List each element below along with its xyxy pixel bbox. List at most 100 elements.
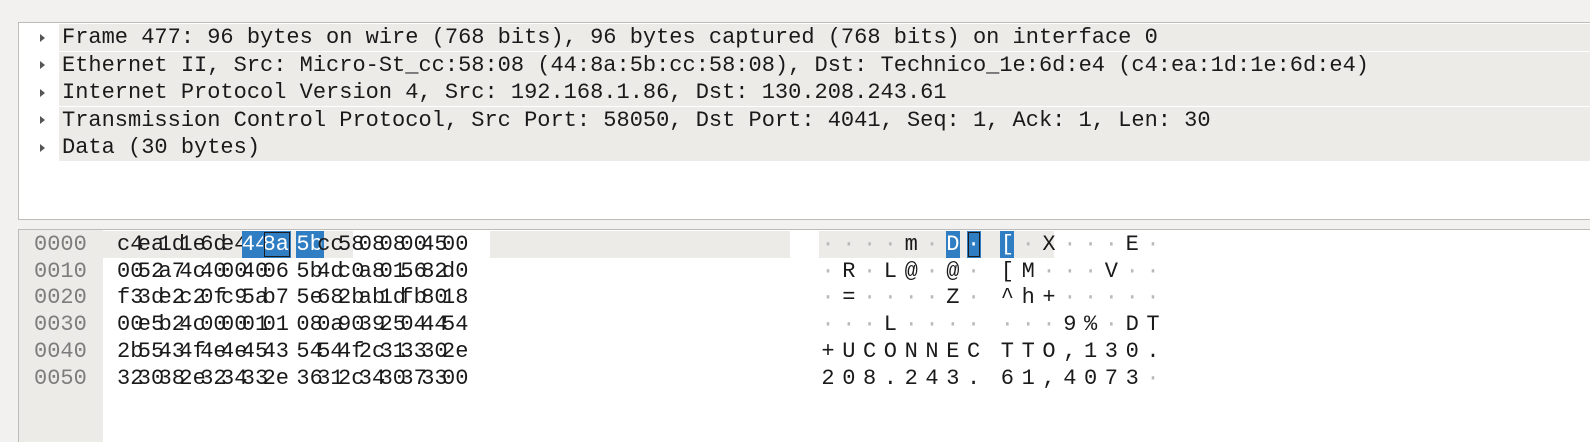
triangle-right-icon[interactable] bbox=[35, 79, 51, 106]
tree-item[interactable]: Internet Protocol Version 4, Src: 192.16… bbox=[40, 79, 1590, 107]
ascii-char[interactable]: · bbox=[925, 311, 939, 338]
ascii-char[interactable]: · bbox=[1084, 231, 1098, 258]
ascii-char[interactable]: · bbox=[1125, 284, 1139, 311]
ascii-char[interactable]: C bbox=[863, 338, 877, 365]
ascii-char[interactable]: · bbox=[966, 231, 981, 258]
ascii-char[interactable]: · bbox=[925, 284, 939, 311]
ascii-char[interactable]: · bbox=[863, 311, 877, 338]
ascii-char[interactable]: · bbox=[925, 258, 939, 285]
ascii-char[interactable]: 9 bbox=[1063, 311, 1077, 338]
ascii-char[interactable]: · bbox=[1146, 284, 1160, 311]
hex-byte[interactable]: 00 bbox=[442, 231, 470, 258]
ascii-char[interactable]: · bbox=[1000, 311, 1014, 338]
ascii-char[interactable]: · bbox=[863, 231, 877, 258]
ascii-char[interactable]: · bbox=[821, 231, 835, 258]
ascii-char[interactable]: [ bbox=[1000, 258, 1014, 285]
hex-byte[interactable]: d0 bbox=[442, 258, 470, 285]
ascii-char[interactable]: 3 bbox=[946, 365, 960, 392]
ascii-char[interactable]: T bbox=[1146, 311, 1160, 338]
ascii-char[interactable]: · bbox=[1104, 311, 1118, 338]
ascii-char[interactable]: 0 bbox=[1084, 365, 1098, 392]
ascii-char[interactable]: E bbox=[946, 338, 960, 365]
ascii-char[interactable]: 8 bbox=[863, 365, 877, 392]
ascii-char[interactable]: L bbox=[883, 311, 897, 338]
hex-byte[interactable]: 8a bbox=[262, 231, 291, 258]
ascii-char[interactable]: L bbox=[883, 258, 897, 285]
tree-item[interactable]: Transmission Control Protocol, Src Port:… bbox=[40, 106, 1590, 134]
triangle-right-icon[interactable] bbox=[35, 52, 51, 79]
ascii-char[interactable]: 4 bbox=[1063, 365, 1077, 392]
tree-item[interactable]: Data (30 bytes) bbox=[40, 134, 1590, 162]
hex-byte[interactable]: 54 bbox=[442, 311, 470, 338]
ascii-char[interactable]: O bbox=[883, 338, 897, 365]
ascii-char[interactable]: . bbox=[1146, 338, 1160, 365]
ascii-char[interactable]: · bbox=[1125, 258, 1139, 285]
ascii-char[interactable]: . bbox=[967, 365, 981, 392]
ascii-char[interactable]: · bbox=[1063, 284, 1077, 311]
ascii-char[interactable]: , bbox=[1042, 365, 1056, 392]
tree-item[interactable]: Frame 477: 96 bytes on wire (768 bits), … bbox=[40, 24, 1590, 51]
ascii-char[interactable]: · bbox=[925, 231, 939, 258]
ascii-char[interactable]: 4 bbox=[925, 365, 939, 392]
ascii-char[interactable]: · bbox=[863, 258, 877, 285]
ascii-char[interactable]: [ bbox=[1000, 231, 1015, 258]
ascii-char[interactable]: · bbox=[1063, 231, 1077, 258]
ascii-char[interactable]: · bbox=[1021, 311, 1035, 338]
ascii-char[interactable]: 3 bbox=[1125, 365, 1139, 392]
hex-byte[interactable]: 01 bbox=[263, 311, 291, 338]
ascii-char[interactable]: R bbox=[842, 258, 856, 285]
tree-item[interactable]: Ethernet II, Src: Micro-St_cc:58:08 (44:… bbox=[40, 51, 1590, 79]
ascii-char[interactable]: · bbox=[821, 311, 835, 338]
ascii-char[interactable]: E bbox=[1125, 231, 1139, 258]
ascii-char[interactable]: . bbox=[883, 365, 897, 392]
ascii-char[interactable]: 7 bbox=[1104, 365, 1118, 392]
ascii-char[interactable]: · bbox=[863, 284, 877, 311]
ascii-char[interactable]: · bbox=[904, 284, 918, 311]
ascii-char[interactable]: · bbox=[904, 311, 918, 338]
hex-byte[interactable]: 2e bbox=[442, 338, 470, 365]
ascii-char[interactable]: 1 bbox=[1084, 338, 1098, 365]
hex-byte[interactable]: 18 bbox=[442, 284, 470, 311]
ascii-char[interactable]: · bbox=[1084, 284, 1098, 311]
ascii-char[interactable]: + bbox=[1042, 284, 1056, 311]
ascii-char[interactable]: · bbox=[1021, 231, 1035, 258]
ascii-char[interactable]: 0 bbox=[842, 365, 856, 392]
ascii-char[interactable]: N bbox=[925, 338, 939, 365]
ascii-char[interactable]: · bbox=[1104, 231, 1118, 258]
hex-byte[interactable]: b7 bbox=[263, 284, 291, 311]
triangle-right-icon[interactable] bbox=[35, 107, 51, 134]
ascii-char[interactable]: 2 bbox=[821, 365, 835, 392]
ascii-char[interactable]: 2 bbox=[904, 365, 918, 392]
ascii-char[interactable]: · bbox=[1042, 311, 1056, 338]
ascii-char[interactable]: , bbox=[1063, 338, 1077, 365]
hex-byte[interactable]: 06 bbox=[263, 258, 291, 285]
ascii-char[interactable]: 0 bbox=[1125, 338, 1139, 365]
ascii-char[interactable]: T bbox=[1000, 338, 1014, 365]
hex-byte[interactable]: 2e bbox=[263, 365, 291, 392]
triangle-right-icon[interactable] bbox=[35, 24, 51, 51]
ascii-char[interactable]: · bbox=[967, 311, 981, 338]
ascii-char[interactable]: N bbox=[904, 338, 918, 365]
ascii-char[interactable]: X bbox=[1042, 231, 1056, 258]
ascii-char[interactable]: · bbox=[1146, 365, 1160, 392]
ascii-char[interactable]: V bbox=[1104, 258, 1118, 285]
ascii-char[interactable]: · bbox=[967, 284, 981, 311]
ascii-char[interactable]: M bbox=[1021, 258, 1035, 285]
ascii-char[interactable]: C bbox=[967, 338, 981, 365]
ascii-char[interactable]: D bbox=[1125, 311, 1139, 338]
ascii-char[interactable]: · bbox=[1084, 258, 1098, 285]
ascii-char[interactable]: = bbox=[842, 284, 856, 311]
hex-byte[interactable]: 43 bbox=[263, 338, 291, 365]
ascii-char[interactable]: 6 bbox=[1000, 365, 1014, 392]
ascii-char[interactable]: · bbox=[1042, 258, 1056, 285]
ascii-char[interactable]: + bbox=[821, 338, 835, 365]
ascii-char[interactable]: · bbox=[842, 311, 856, 338]
ascii-char[interactable]: · bbox=[883, 284, 897, 311]
ascii-char[interactable]: · bbox=[1146, 258, 1160, 285]
ascii-char[interactable]: T bbox=[1021, 338, 1035, 365]
ascii-char[interactable]: · bbox=[1146, 231, 1160, 258]
ascii-char[interactable]: O bbox=[1042, 338, 1056, 365]
ascii-char[interactable]: Z bbox=[946, 284, 960, 311]
ascii-char[interactable]: m bbox=[904, 231, 918, 258]
ascii-char[interactable]: 3 bbox=[1104, 338, 1118, 365]
